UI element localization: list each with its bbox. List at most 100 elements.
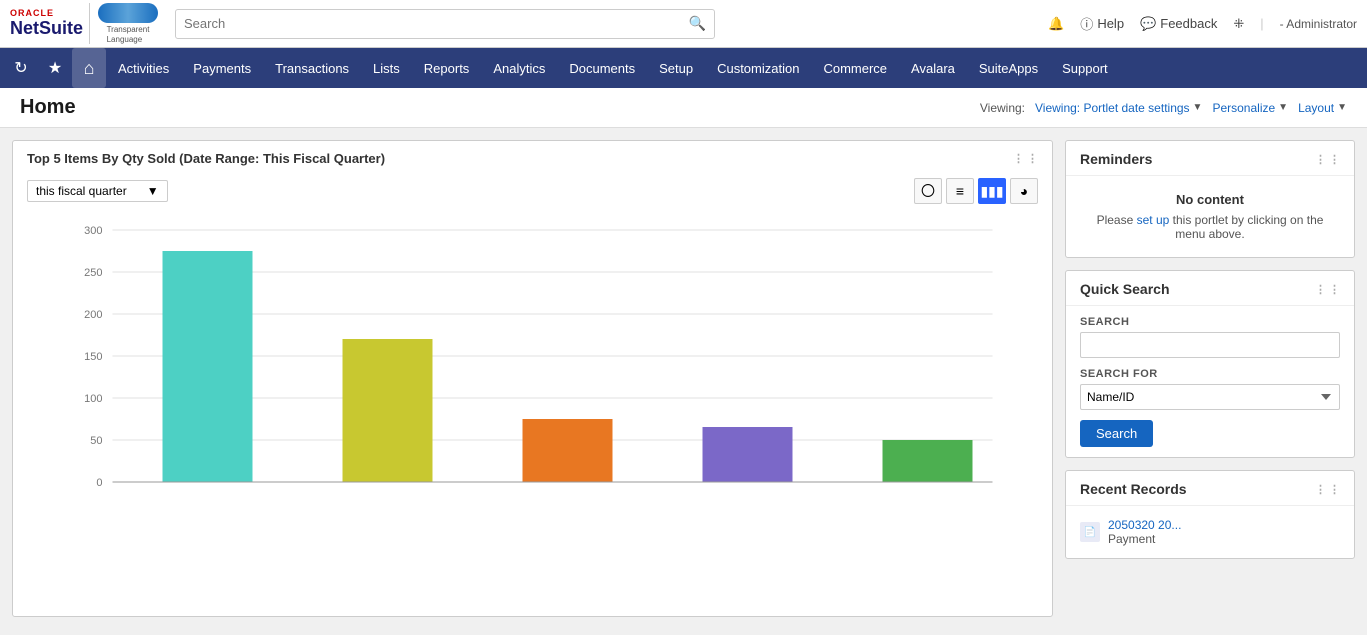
chart-portlet-header: Top 5 Items By Qty Sold (Date Range: Thi… [13,141,1052,172]
nav-home-button[interactable]: ⌂ [72,48,106,88]
reminders-portlet-header: Reminders ⋮ ⋮ [1066,141,1354,176]
filter-button[interactable]: ≡ [946,178,974,204]
personalize-dropdown[interactable]: Personalize ▼ [1212,101,1288,115]
sidebar-item-commerce[interactable]: Commerce [811,48,899,88]
search-input[interactable] [184,16,683,31]
grid-icon: ⁜ [1233,16,1244,32]
portlet-date-arrow-icon: ▼ [1193,102,1203,113]
portlet-date-settings-link: Viewing: Portlet date settings [1035,101,1190,115]
bar-chart-button[interactable]: ▮▮▮ [978,178,1006,204]
quick-search-input[interactable] [1080,332,1340,358]
transparent-logo-text: TransparentLanguage [107,25,150,44]
record-info: 2050320 20... Payment [1108,518,1181,546]
transparent-logo-image [98,3,158,23]
feedback-label: Feedback [1160,16,1217,31]
chart-area: 300 250 200 150 100 50 0 [13,210,1052,580]
svg-text:150: 150 [84,351,102,363]
grid-icon-button[interactable]: ⁜ [1233,16,1244,32]
quick-search-portlet-header: Quick Search ⋮ ⋮ [1066,271,1354,306]
line-chart-button[interactable]: 〇 [914,178,942,204]
layout-dropdown[interactable]: Layout ▼ [1298,101,1347,115]
record-link[interactable]: 2050320 20... [1108,518,1181,532]
feedback-button[interactable]: 💬 Feedback [1140,16,1217,32]
chart-portlet: Top 5 Items By Qty Sold (Date Range: Thi… [12,140,1053,617]
logo-area: ORACLE NetSuite TransparentLanguage [10,3,165,44]
page-header: Home Viewing: Viewing: Portlet date sett… [0,88,1367,128]
oracle-netsuite-logo: ORACLE NetSuite [10,9,83,39]
navbar: ↻ ★ ⌂ Activities Payments Transactions L… [0,48,1367,88]
svg-text:300: 300 [84,225,102,237]
page-title: Home [20,96,76,119]
portlet-date-settings-dropdown[interactable]: Viewing: Portlet date settings ▼ [1035,101,1202,115]
chart-portlet-drag-handle[interactable]: ⋮ ⋮ [1013,152,1038,165]
sidebar-item-documents[interactable]: Documents [557,48,647,88]
netsuite-text: NetSuite [10,19,83,39]
bar-chart-svg: 300 250 200 150 100 50 0 [27,210,1038,570]
page-header-right: Viewing: Viewing: Portlet date settings … [980,101,1347,115]
date-filter-dropdown[interactable]: this fiscal quarter ▼ [27,180,168,202]
search-for-label: SEARCH FOR [1080,368,1340,380]
reminders-title: Reminders [1080,151,1152,167]
sidebar-item-suiteapps[interactable]: SuiteApps [967,48,1050,88]
quick-search-body: SEARCH SEARCH FOR Name/ID Email Phone Ad… [1066,306,1354,457]
search-for-select[interactable]: Name/ID Email Phone Address [1080,384,1340,410]
quick-search-title: Quick Search [1080,281,1170,297]
recent-records-body: 📄 2050320 20... Payment [1066,506,1354,558]
date-filter-arrow-icon: ▼ [147,184,159,198]
main-content: Top 5 Items By Qty Sold (Date Range: Thi… [0,128,1367,629]
pie-chart-button[interactable]: ◕ [1010,178,1038,204]
nav-menu: Activities Payments Transactions Lists R… [106,48,1120,88]
right-sidebar: Reminders ⋮ ⋮ No content Please set up t… [1065,140,1355,617]
help-label: Help [1097,16,1124,31]
personalize-label: Personalize [1212,101,1275,115]
nav-favorites-button[interactable]: ★ [38,51,72,85]
svg-text:200: 200 [84,309,102,321]
portlet-controls: this fiscal quarter ▼ 〇 ≡ ▮▮▮ ◕ [13,172,1052,210]
reminders-msg-suffix: this portlet by clicking on the menu abo… [1173,213,1324,241]
sidebar-item-activities[interactable]: Activities [106,48,181,88]
reminders-setup-link[interactable]: set up [1137,213,1170,227]
svg-text:0: 0 [96,477,102,489]
sidebar-item-transactions[interactable]: Transactions [263,48,361,88]
reminders-msg-prefix: Please [1097,213,1134,227]
bar-item-b [343,339,433,482]
sidebar-item-payments[interactable]: Payments [181,48,263,88]
nav-back-button[interactable]: ↻ [4,51,38,85]
svg-text:100: 100 [84,393,102,405]
notifications-button[interactable]: 🔔 [1048,16,1064,32]
recent-records-title: Recent Records [1080,481,1187,497]
help-button[interactable]: ⓘ Help [1080,14,1124,33]
personalize-arrow-icon: ▼ [1278,102,1288,113]
help-circle-icon: ⓘ [1080,14,1093,33]
sidebar-item-setup[interactable]: Setup [647,48,705,88]
recent-records-portlet-header: Recent Records ⋮ ⋮ [1066,471,1354,506]
recent-records-drag-handle[interactable]: ⋮ ⋮ [1315,483,1340,496]
reminders-body: No content Please set up this portlet by… [1066,176,1354,257]
layout-arrow-icon: ▼ [1337,102,1347,113]
sidebar-item-analytics[interactable]: Analytics [481,48,557,88]
chart-portlet-title: Top 5 Items By Qty Sold (Date Range: Thi… [27,151,385,166]
chart-type-selector: 〇 ≡ ▮▮▮ ◕ [914,178,1038,204]
topbar: ORACLE NetSuite TransparentLanguage 🔍 🔔 … [0,0,1367,48]
sidebar-item-customization[interactable]: Customization [705,48,811,88]
sidebar-item-support[interactable]: Support [1050,48,1120,88]
quick-search-button[interactable]: Search [1080,420,1153,447]
search-icon: 🔍 [689,15,706,32]
svg-text:50: 50 [90,435,102,447]
transparent-language-logo: TransparentLanguage [89,3,158,44]
reminders-drag-handle[interactable]: ⋮ ⋮ [1315,153,1340,166]
svg-text:250: 250 [84,267,102,279]
bell-icon: 🔔 [1048,16,1064,32]
bar-item-d [703,427,793,482]
record-icon: 📄 [1080,522,1100,542]
record-type: Payment [1108,532,1155,546]
global-search-bar[interactable]: 🔍 [175,9,715,39]
bar-item-c [523,419,613,482]
viewing-label: Viewing: [980,101,1025,115]
sidebar-item-lists[interactable]: Lists [361,48,412,88]
sidebar-item-reports[interactable]: Reports [412,48,482,88]
quick-search-drag-handle[interactable]: ⋮ ⋮ [1315,283,1340,296]
layout-label: Layout [1298,101,1334,115]
separator: | [1260,16,1263,31]
sidebar-item-avalara[interactable]: Avalara [899,48,967,88]
